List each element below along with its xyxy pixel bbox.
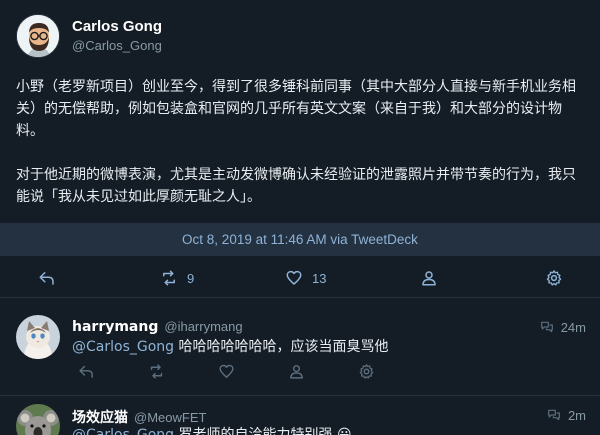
reply-like-button[interactable]	[218, 363, 236, 381]
reply-timestamp: 2m	[546, 407, 586, 423]
reply-time-text: 2m	[567, 407, 586, 423]
retweet-button[interactable]: 9	[160, 258, 194, 298]
settings-button[interactable]	[545, 258, 563, 298]
heart-icon	[286, 270, 302, 285]
bearded-man-glasses-avatar-icon	[17, 15, 59, 57]
tweet-action-row: 9 13	[0, 258, 600, 298]
tweet-header: Carlos Gong @Carlos_Gong	[0, 0, 600, 68]
person-icon	[290, 365, 303, 379]
retweet-count: 9	[187, 270, 195, 286]
reply-timestamp: 24m	[539, 319, 586, 335]
reply-retweet-button[interactable]	[148, 363, 166, 381]
person-icon	[422, 271, 436, 286]
tweet-paragraph: 对于他近期的微博表演，尤其是主动发微博确认未经验证的泄露照片并带节奏的行为，我只…	[16, 167, 576, 205]
like-button[interactable]: 13	[285, 258, 326, 298]
reply-body: 罗老师的自洽能力特别强 😀	[174, 427, 352, 435]
reply-reply-button[interactable]	[78, 363, 96, 381]
reply-avatar[interactable]	[16, 315, 60, 359]
tweet-paragraph: 小野（老罗新项目）创业至今，得到了很多锤科前同事（其中大部分人直接与新手机业务相…	[16, 79, 576, 139]
reply-action-row	[0, 363, 600, 387]
koala-avatar-icon	[16, 404, 60, 435]
profile-button[interactable]	[420, 258, 438, 298]
conversation-icon	[540, 321, 553, 333]
reply-avatar[interactable]	[16, 404, 60, 435]
author-avatar[interactable]	[16, 14, 60, 58]
reply-item[interactable]: 场效应猫 @MeowFET 2m @Carlos_Gong 罗老师的自洽能力特别强…	[0, 396, 600, 435]
reply-author-handle[interactable]: @iharrymang	[164, 319, 242, 334]
reply-text: @Carlos_Gong 罗老师的自洽能力特别强 😀	[72, 424, 352, 435]
reply-body: 哈哈哈哈哈哈哈，应该当面臭骂他	[174, 339, 389, 355]
reply-item[interactable]: harrymang @iharrymang 24m @Carlos_Gong 哈哈…	[0, 299, 600, 394]
author-name[interactable]: Carlos Gong	[72, 18, 162, 35]
gear-icon	[359, 364, 374, 379]
heart-icon	[219, 364, 234, 378]
tweet-timestamp[interactable]: Oct 8, 2019 at 11:46 AM via TweetDeck	[0, 223, 600, 256]
reply-mention[interactable]: @Carlos_Gong	[72, 427, 174, 435]
reply-author[interactable]: harrymang @iharrymang	[72, 319, 243, 335]
reply-button[interactable]	[38, 258, 56, 298]
gear-icon	[546, 270, 562, 286]
retweet-icon	[163, 270, 175, 286]
reply-icon	[79, 365, 93, 378]
reply-author-handle[interactable]: @MeowFET	[134, 410, 206, 425]
reply-text: @Carlos_Gong 哈哈哈哈哈哈哈，应该当面臭骂他	[72, 336, 389, 356]
like-count: 13	[312, 270, 327, 286]
reply-time-text: 24m	[560, 319, 586, 335]
reply-author-name[interactable]: harrymang	[72, 319, 158, 335]
cat-avatar-icon	[16, 315, 60, 359]
retweet-icon	[150, 364, 163, 379]
reply-mention[interactable]: @Carlos_Gong	[72, 339, 174, 355]
tweet-body: 小野（老罗新项目）创业至今，得到了很多锤科前同事（其中大部分人直接与新手机业务相…	[16, 76, 588, 208]
reply-profile-button[interactable]	[288, 363, 306, 381]
reply-icon	[39, 272, 54, 285]
reply-settings-button[interactable]	[358, 363, 376, 381]
conversation-icon	[548, 409, 560, 421]
author-handle[interactable]: @Carlos_Gong	[72, 38, 162, 53]
